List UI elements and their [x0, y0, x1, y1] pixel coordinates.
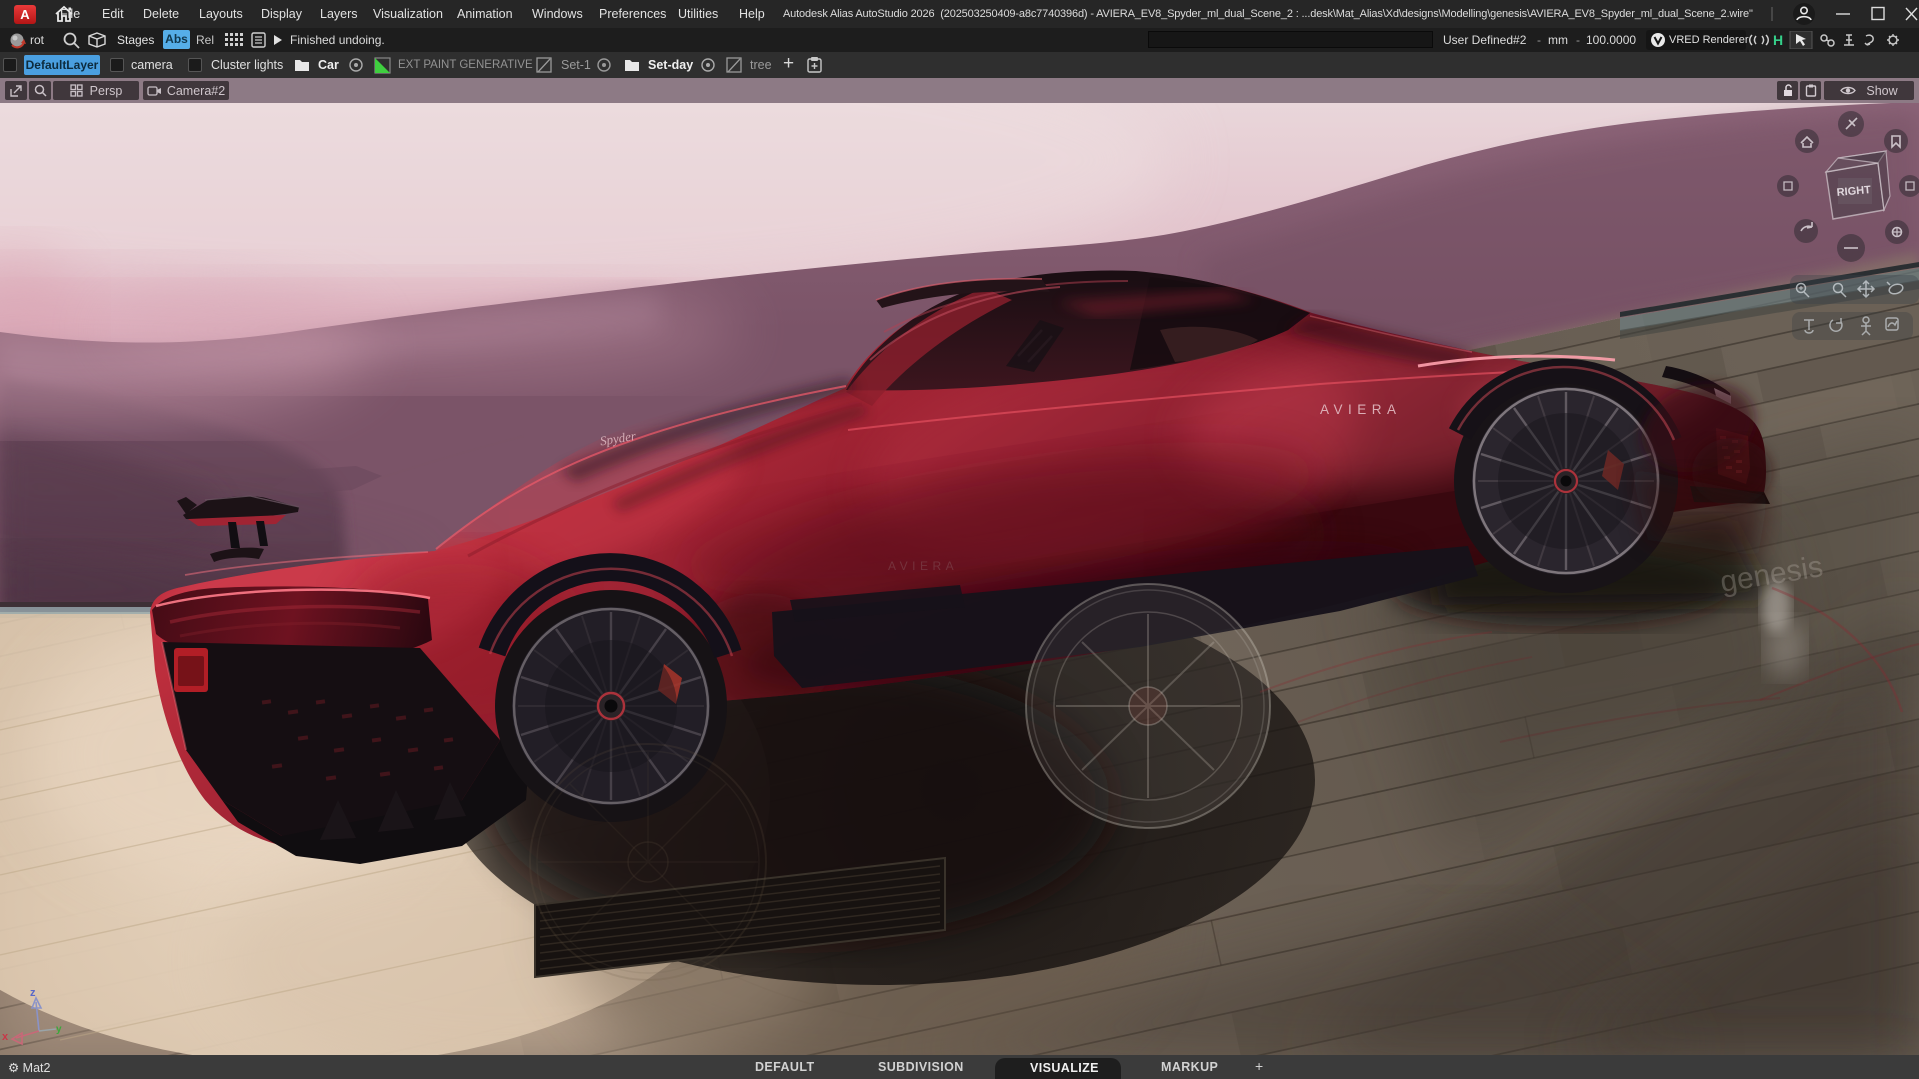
- svg-text:z: z: [30, 987, 36, 999]
- svg-text:x: x: [2, 1031, 9, 1043]
- svg-text:H: H: [1773, 32, 1783, 48]
- svg-text:AVIERA: AVIERA: [1320, 402, 1402, 417]
- svg-text:y: y: [56, 1024, 62, 1035]
- svg-text:AVIERA: AVIERA: [888, 559, 958, 573]
